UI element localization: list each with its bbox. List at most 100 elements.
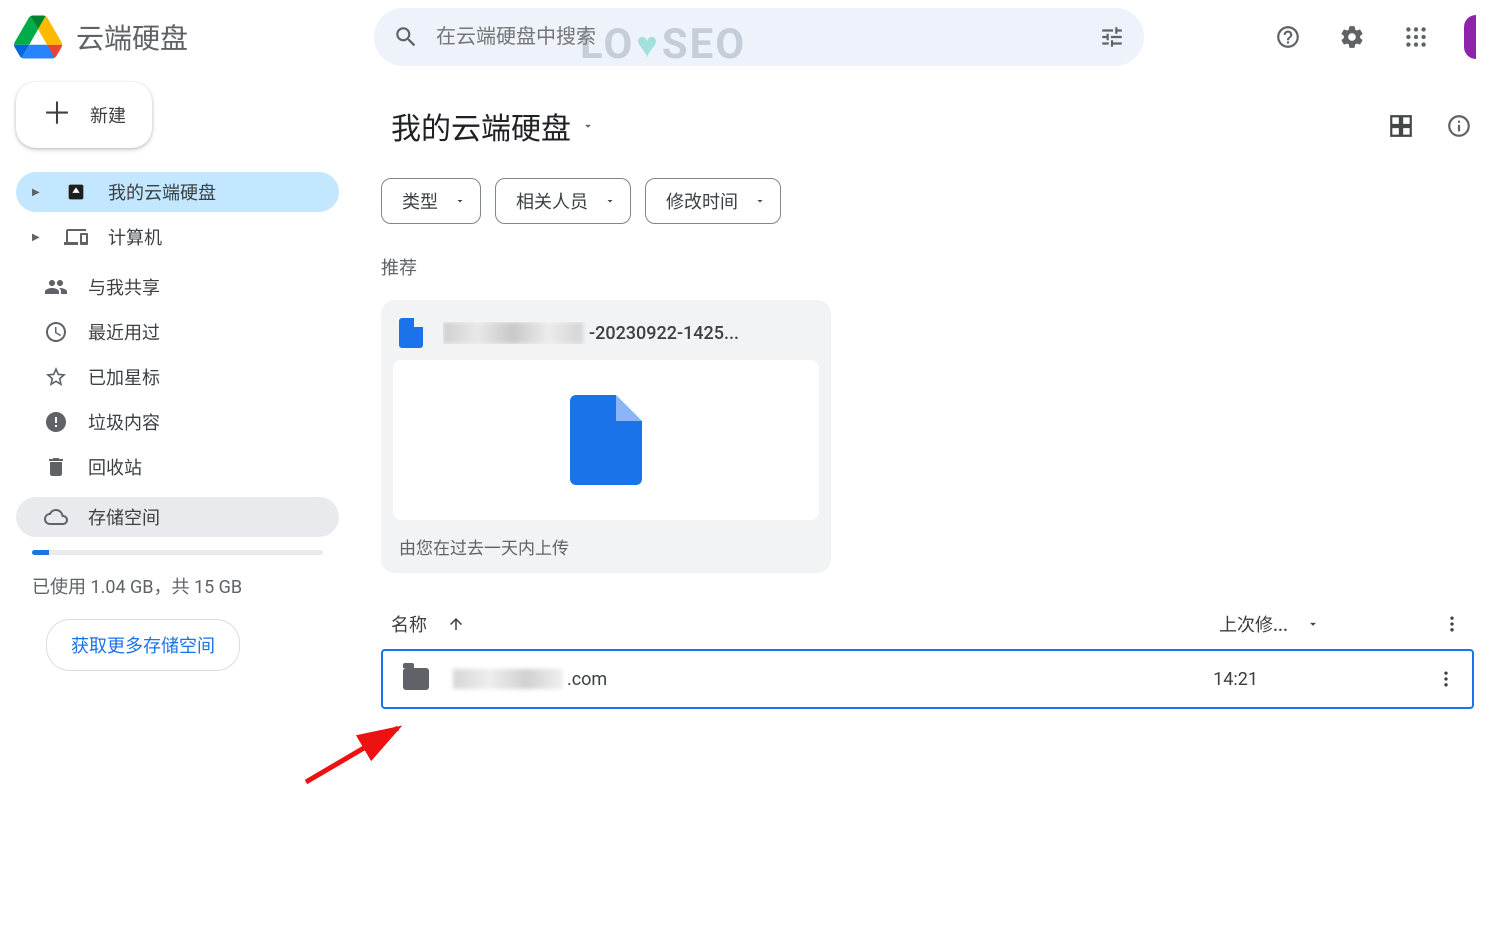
page-title: 我的云端硬盘 — [391, 104, 571, 148]
trash-icon — [44, 455, 68, 479]
view-toggle-button[interactable] — [1386, 111, 1416, 141]
new-button[interactable]: ＋ 新建 — [16, 82, 152, 148]
body: ＋ 新建 ▶ 我的云端硬盘 ▶ 计算机 — [0, 74, 1500, 941]
cloud-icon — [44, 505, 68, 529]
redacted-text — [453, 669, 563, 689]
tune-icon — [1099, 24, 1125, 50]
filter-chips: 类型 相关人员 修改时间 — [381, 178, 1474, 224]
storage-bar: 已使用 1.04 GB，共 15 GB 获取更多存储空间 — [16, 550, 339, 671]
sidebar-item-label: 回收站 — [88, 454, 142, 480]
sidebar-item-storage[interactable]: 存储空间 — [16, 497, 339, 537]
info-button[interactable] — [1444, 111, 1474, 141]
help-button[interactable] — [1266, 15, 1310, 59]
column-last-modified[interactable]: 上次修... — [1219, 611, 1320, 637]
redacted-text — [443, 322, 583, 344]
chip-label: 类型 — [402, 188, 438, 214]
caret-down-icon — [604, 195, 616, 207]
grid-view-icon — [1388, 113, 1414, 139]
main-content: 我的云端硬盘 类型 相关人员 修改时间 — [355, 74, 1500, 941]
search-options-button[interactable] — [1090, 15, 1134, 59]
people-icon — [44, 275, 68, 299]
info-icon — [1446, 113, 1472, 139]
app-name: 云端硬盘 — [76, 17, 188, 57]
arrow-up-icon — [447, 615, 465, 633]
chevron-right-icon: ▶ — [32, 187, 44, 198]
sidebar-item-computers[interactable]: ▶ 计算机 — [16, 217, 339, 257]
filename-suffix: -20230922-1425... — [589, 323, 739, 344]
new-button-label: 新建 — [90, 102, 126, 128]
storage-text: 已使用 1.04 GB，共 15 GB — [32, 573, 323, 599]
storage-meter — [32, 550, 323, 555]
sidebar-item-label: 与我共享 — [88, 274, 160, 300]
logo-area[interactable]: 云端硬盘 — [14, 13, 374, 61]
more-vert-icon — [1436, 669, 1456, 689]
gear-icon — [1339, 24, 1365, 50]
apps-button[interactable] — [1394, 15, 1438, 59]
file-icon — [570, 395, 642, 485]
clock-icon — [44, 320, 68, 344]
caret-down-icon — [454, 195, 466, 207]
sidebar-item-label: 我的云端硬盘 — [108, 179, 216, 205]
col-name-label: 名称 — [391, 611, 427, 637]
search-bar[interactable] — [374, 8, 1144, 66]
chip-people[interactable]: 相关人员 — [495, 178, 631, 224]
header: 云端硬盘 — [0, 0, 1500, 74]
chip-modified[interactable]: 修改时间 — [645, 178, 781, 224]
sidebar-item-recent[interactable]: 最近用过 — [16, 312, 339, 352]
apps-icon — [1403, 24, 1429, 50]
sidebar-item-spam[interactable]: 垃圾内容 — [16, 402, 339, 442]
sidebar-item-starred[interactable]: 已加星标 — [16, 357, 339, 397]
sidebar-item-label: 计算机 — [108, 224, 162, 250]
help-icon — [1275, 24, 1301, 50]
sidebar-item-label: 垃圾内容 — [88, 409, 160, 435]
folder-icon — [403, 668, 429, 690]
header-actions — [1266, 15, 1486, 59]
sidebar-item-my-drive[interactable]: ▶ 我的云端硬盘 — [16, 172, 339, 212]
caret-down-icon — [1306, 617, 1320, 631]
sidebar-item-label: 存储空间 — [88, 504, 160, 530]
title-actions — [1386, 111, 1474, 141]
page-title-dropdown[interactable]: 我的云端硬盘 — [381, 98, 605, 154]
recommended-label: 推荐 — [381, 254, 1474, 280]
chip-label: 修改时间 — [666, 188, 738, 214]
column-name[interactable]: 名称 — [391, 611, 465, 637]
sidebar-item-label: 已加星标 — [88, 364, 160, 390]
sidebar-item-label: 最近用过 — [88, 319, 160, 345]
recommended-filename: -20230922-1425... — [443, 322, 739, 344]
file-name-suffix: .com — [567, 669, 607, 690]
chip-type[interactable]: 类型 — [381, 178, 481, 224]
avatar[interactable] — [1464, 15, 1476, 59]
chip-label: 相关人员 — [516, 188, 588, 214]
caret-down-icon — [754, 195, 766, 207]
file-name: .com — [453, 669, 607, 690]
col-last-label: 上次修... — [1219, 611, 1288, 637]
devices-icon — [64, 225, 88, 249]
nav: ▶ 我的云端硬盘 ▶ 计算机 与我共享 — [16, 172, 339, 542]
file-icon — [399, 318, 423, 348]
more-vert-icon — [1442, 614, 1462, 634]
row-more-button[interactable] — [1434, 667, 1458, 691]
sidebar-item-shared[interactable]: 与我共享 — [16, 267, 339, 307]
caret-down-icon — [581, 119, 595, 133]
get-more-storage-button[interactable]: 获取更多存储空间 — [46, 619, 240, 671]
list-header: 名称 上次修... — [381, 611, 1474, 637]
storage-meter-fill — [32, 550, 49, 555]
settings-button[interactable] — [1330, 15, 1374, 59]
recommended-preview — [393, 360, 819, 520]
search-input[interactable] — [428, 26, 1090, 49]
star-icon — [44, 365, 68, 389]
spam-icon — [44, 410, 68, 434]
recommended-card[interactable]: -20230922-1425... 由您在过去一天内上传 — [381, 300, 831, 573]
sidebar-item-trash[interactable]: 回收站 — [16, 447, 339, 487]
column-more-button[interactable] — [1440, 612, 1464, 636]
recommended-subtext: 由您在过去一天内上传 — [393, 534, 819, 559]
drive-icon — [64, 180, 88, 204]
plus-icon: ＋ — [42, 105, 72, 125]
file-last-modified: 14:21 — [1213, 669, 1258, 690]
file-row[interactable]: .com 14:21 — [381, 649, 1474, 709]
chevron-right-icon: ▶ — [32, 232, 44, 243]
search-button[interactable] — [384, 15, 428, 59]
drive-logo-icon — [14, 13, 62, 61]
search-icon — [393, 24, 419, 50]
recommended-header: -20230922-1425... — [393, 312, 819, 360]
